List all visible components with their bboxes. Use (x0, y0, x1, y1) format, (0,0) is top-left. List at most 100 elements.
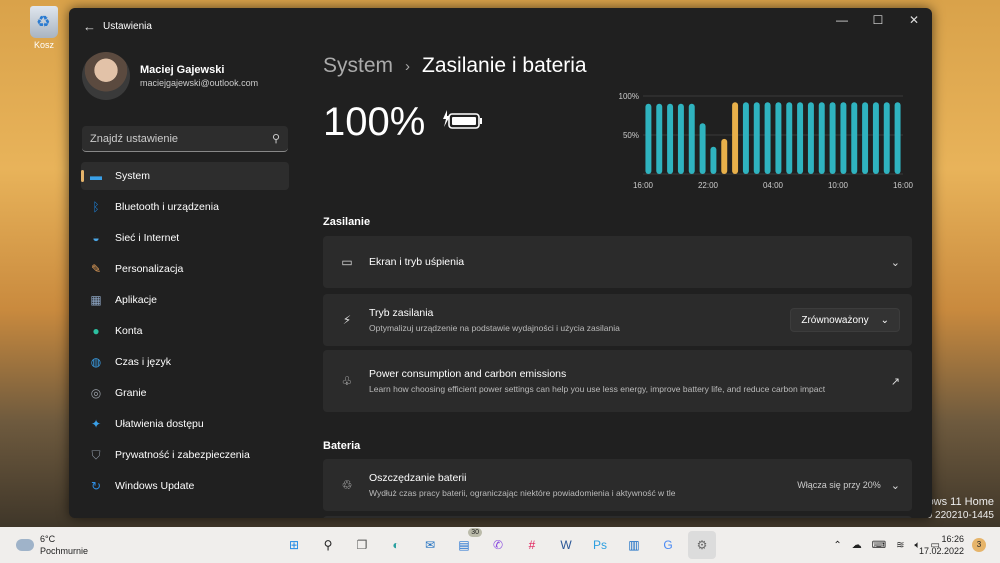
chart-bar (699, 123, 706, 174)
accessibility-icon: ✦ (90, 417, 102, 431)
brush-icon: ✎ (90, 262, 102, 276)
search-input[interactable]: Znajdź ustawienie ⚲ (82, 126, 288, 152)
minimize-button[interactable]: — (824, 8, 860, 36)
recycle-bin-label: Kosz (33, 40, 54, 50)
word-icon[interactable]: W (552, 531, 580, 559)
profile-name: Maciej Gajewski (140, 64, 225, 76)
sidebar-item-label: Aplikacje (115, 294, 158, 306)
slack-icon[interactable]: # (518, 531, 546, 559)
calendar-icon[interactable]: ▤ 30 (450, 528, 482, 559)
clock-date: 17.02.2022 (918, 546, 964, 556)
sidebar-item-8[interactable]: ✦ Ułatwienia dostępu (81, 410, 289, 438)
chart-bar (688, 103, 695, 174)
sidebar: Maciej Gajewski maciejgajewski@outlook.c… (69, 44, 301, 518)
chart-bar (872, 102, 879, 174)
back-arrow-icon[interactable]: ← (83, 19, 103, 34)
mail-icon[interactable]: ✉ (416, 531, 444, 559)
recycle-bin-icon (30, 6, 58, 38)
sidebar-item-2[interactable]: ◒ Sieć i Internet (81, 224, 289, 252)
profile[interactable]: Maciej Gajewski maciejgajewski@outlook.c… (69, 44, 301, 108)
chart-x-tick: 04:00 (763, 181, 784, 190)
chart-bar (645, 103, 652, 174)
app-badge: 30 (468, 528, 482, 537)
weather-desc: Pochmurnie (40, 546, 89, 556)
chart-bar (677, 103, 684, 174)
sidebar-item-label: Bluetooth i urządzenia (115, 201, 219, 213)
chevron-down-icon: ⌄ (880, 314, 889, 326)
chevron-up-icon[interactable]: ⌃ (833, 540, 841, 551)
sidebar-item-0[interactable]: ▬ System (81, 162, 289, 190)
taskbar-apps: ⊞ ⚲ ❐ ◐ ✉ ▤ 30 ✆ # W Ps ▥ G ⚙ (280, 528, 716, 559)
next-card[interactable] (323, 516, 912, 518)
power-mode-icon: ⚡ (342, 313, 352, 327)
search-icon: ⚲ (271, 133, 280, 145)
chart-bar (764, 102, 771, 174)
screen-sleep-title: Ekran i tryb uśpienia (369, 256, 465, 268)
power-mode-title: Tryb zasilania (369, 306, 434, 319)
maximize-button[interactable]: ☐ (860, 8, 896, 36)
trello-icon[interactable]: ▥ (620, 531, 648, 559)
chart-bar (818, 102, 825, 174)
battery-level-chart: 100% 50% 16:00 22:00 04:00 10:00 16:00 (619, 92, 913, 190)
chart-bar (862, 102, 869, 174)
chart-bar (840, 102, 847, 174)
title-bar: ← Ustawienia (69, 8, 932, 44)
external-link-icon: ↗ (890, 375, 900, 388)
battery-percent: 100% (323, 100, 426, 144)
window-title: Ustawienia (103, 20, 152, 32)
chart-bar (797, 102, 804, 174)
sidebar-item-5[interactable]: ● Konta (81, 317, 289, 345)
sidebar-item-label: Personalizacja (115, 263, 184, 275)
chart-y-tick: 100% (619, 92, 639, 101)
search-icon[interactable]: ⚲ (314, 531, 342, 559)
gamepad-icon: ◎ (90, 386, 102, 400)
power-section-title: Zasilanie (323, 216, 371, 228)
main-content: System › Zasilanie i bateria 100% 100% 50… (323, 44, 913, 518)
sidebar-item-label: Ułatwienia dostępu (115, 418, 204, 430)
apps-icon: ▦ (90, 293, 102, 307)
keyboard-icon[interactable]: ⌨ (872, 540, 886, 551)
wifi-icon[interactable]: ≋ (896, 540, 904, 551)
wifi-icon: ◒ (92, 231, 100, 245)
leaf-icon: ♧ (341, 374, 353, 388)
breadcrumb-parent[interactable]: System (323, 54, 393, 78)
chart-x-tick: 22:00 (698, 181, 719, 190)
clock[interactable]: 16:26 17.02.2022 (919, 533, 964, 557)
sidebar-item-1[interactable]: ᛒ Bluetooth i urządzenia (81, 193, 289, 221)
chevron-right-icon: › (405, 57, 411, 75)
close-button[interactable]: ✕ (896, 8, 932, 36)
screen-sleep-card[interactable]: ▭ Ekran i tryb uśpienia ⌄ (323, 236, 912, 288)
sidebar-item-10[interactable]: ↻ Windows Update (81, 472, 289, 500)
power-mode-dropdown[interactable]: Zrównoważony ⌄ (790, 308, 900, 332)
photoshop-icon[interactable]: Ps (586, 531, 614, 559)
desktop-recycle-bin[interactable]: Kosz (22, 6, 66, 50)
sidebar-item-label: Czas i język (115, 356, 172, 368)
chart-bar (742, 102, 749, 174)
chart-bar (732, 102, 739, 174)
battery-saver-title: Oszczędzanie baterii (369, 471, 467, 484)
start-icon[interactable]: ⊞ (280, 531, 308, 559)
carbon-title: Power consumption and carbon emissions (369, 367, 567, 380)
task-view-icon[interactable]: ❐ (348, 531, 376, 559)
sidebar-item-9[interactable]: ⛉ Prywatność i zabezpieczenia (81, 441, 289, 469)
sidebar-item-7[interactable]: ◎ Granie (81, 379, 289, 407)
power-mode-value: Zrównoważony (801, 314, 869, 326)
weather-temp: 6°C (40, 534, 56, 544)
messenger-icon[interactable]: ✆ (484, 531, 512, 559)
translate-icon[interactable]: G (654, 531, 682, 559)
edge-icon[interactable]: ◐ (382, 531, 410, 559)
sidebar-item-4[interactable]: ▦ Aplikacje (81, 286, 289, 314)
settings-window: ← Ustawienia — ☐ ✕ Maciej Gajewski macie… (69, 8, 932, 518)
settings-icon[interactable]: ⚙ (688, 531, 716, 559)
notification-badge[interactable]: 3 (972, 538, 986, 552)
sidebar-item-3[interactable]: ✎ Personalizacja (81, 255, 289, 283)
weather-widget[interactable]: 6°C Pochmurnie (16, 533, 88, 557)
chart-bar (883, 102, 890, 174)
carbon-card[interactable]: ♧ Power consumption and carbon emissions… (323, 350, 912, 412)
sidebar-item-6[interactable]: ◍ Czas i język (81, 348, 289, 376)
onedrive-icon[interactable]: ☁ (852, 540, 862, 551)
window-controls: — ☐ ✕ (824, 8, 932, 36)
profile-email: maciejgajewski@outlook.com (140, 78, 259, 88)
chart-bar (775, 102, 782, 174)
battery-saver-card[interactable]: ♲ Oszczędzanie baterii Wydłuż czas pracy… (323, 459, 912, 511)
